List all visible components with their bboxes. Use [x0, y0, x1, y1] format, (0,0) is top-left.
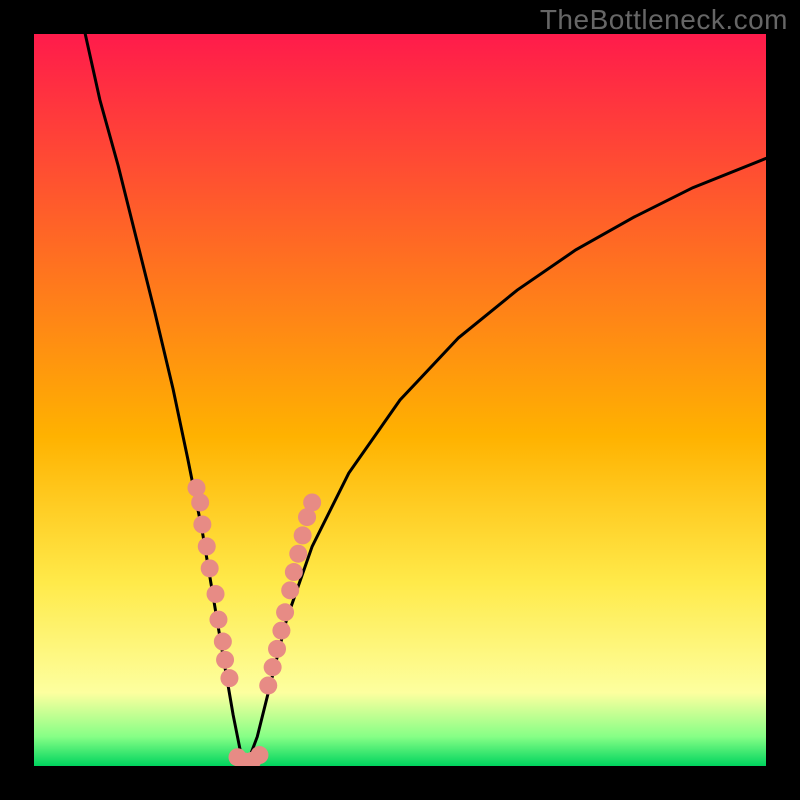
- marker-dot: [285, 563, 303, 581]
- marker-dot: [198, 537, 216, 555]
- marker-dot: [201, 559, 219, 577]
- chart-svg: [34, 34, 766, 766]
- marker-dot: [272, 622, 290, 640]
- marker-dot: [276, 603, 294, 621]
- marker-dot: [259, 676, 277, 694]
- marker-dot: [268, 640, 286, 658]
- marker-dot: [289, 545, 307, 563]
- chart-frame: TheBottleneck.com: [0, 0, 800, 800]
- plot-area: [34, 34, 766, 766]
- marker-dot: [281, 581, 299, 599]
- marker-dot: [193, 515, 211, 533]
- marker-dot: [264, 658, 282, 676]
- marker-dot: [220, 669, 238, 687]
- marker-dot: [214, 633, 232, 651]
- marker-dot: [303, 493, 321, 511]
- marker-dot: [191, 493, 209, 511]
- marker-dot: [294, 526, 312, 544]
- marker-dot: [207, 585, 225, 603]
- watermark-label: TheBottleneck.com: [540, 4, 788, 36]
- marker-dot: [209, 611, 227, 629]
- marker-dot: [216, 651, 234, 669]
- marker-dot: [250, 746, 268, 764]
